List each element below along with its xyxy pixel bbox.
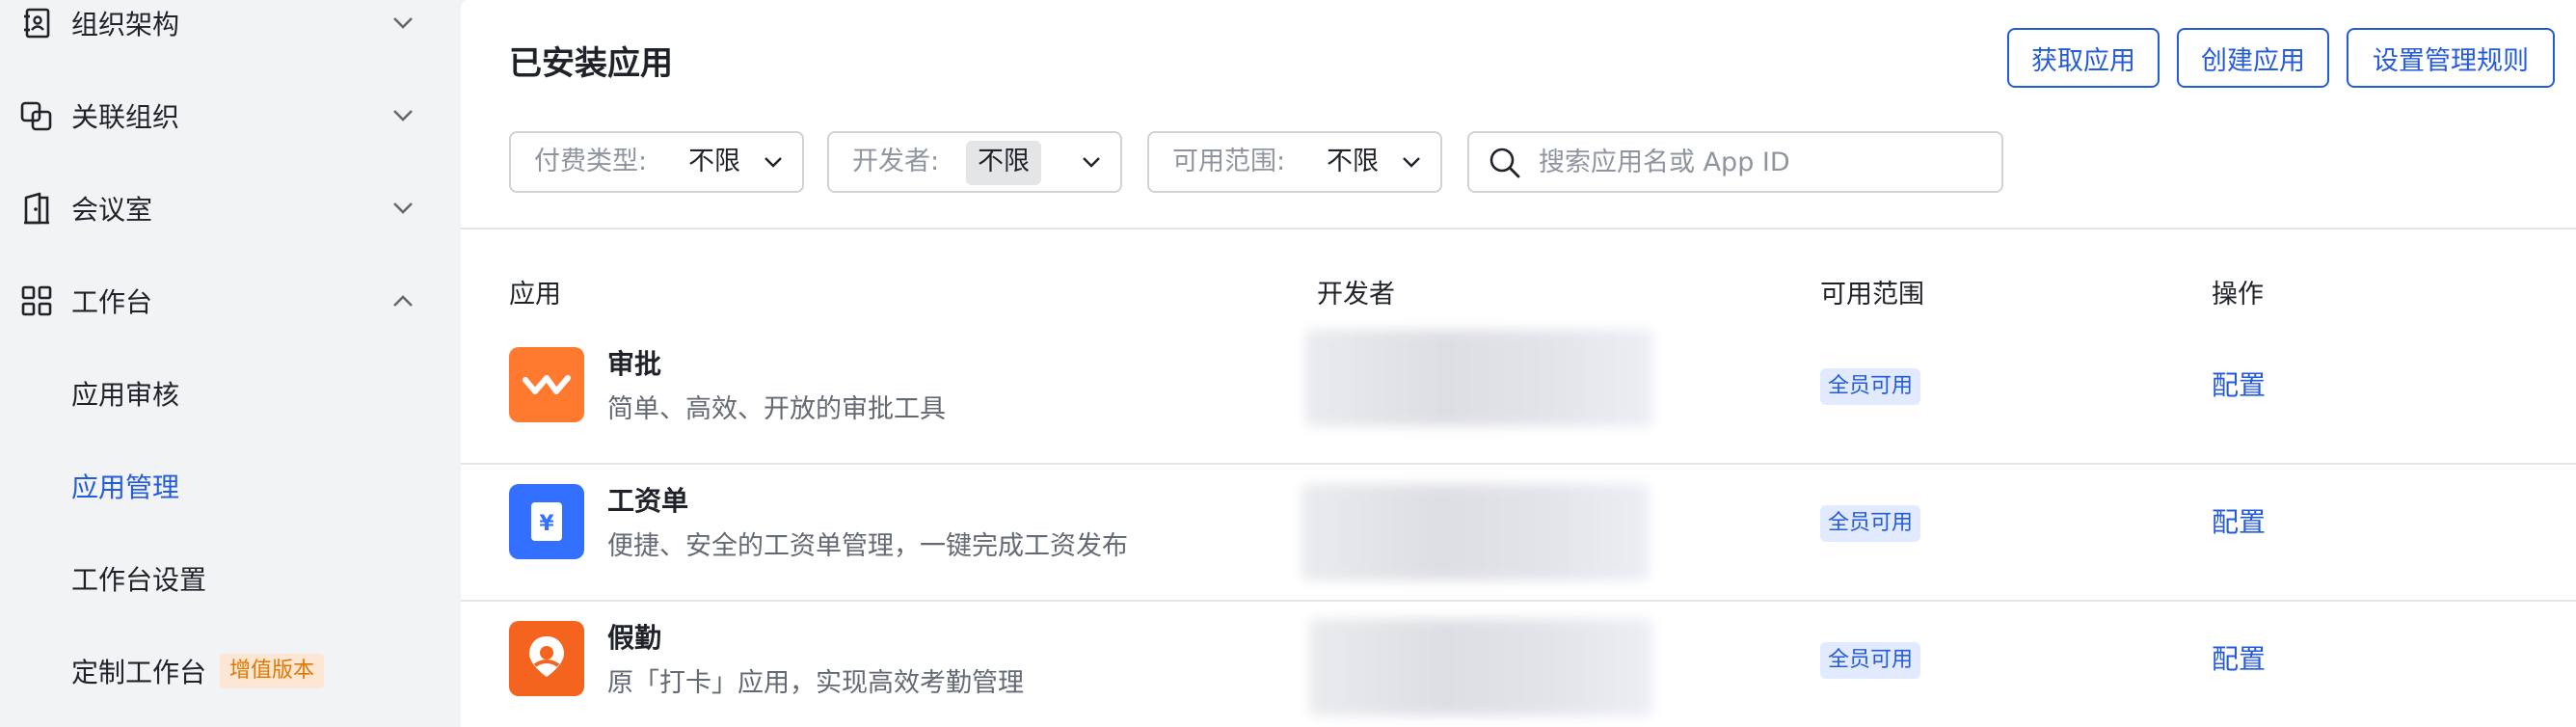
config-link[interactable]: 配置 — [2212, 501, 2266, 540]
sidebar-item-workplace[interactable]: 工作台 — [0, 262, 461, 339]
developer-redacted — [1301, 484, 1649, 580]
sidebar-subitem-label: 应用审核 — [71, 379, 180, 411]
sidebar-item-label: 组织架构 — [71, 9, 180, 40]
developer-redacted — [1309, 619, 1652, 715]
developer-redacted — [1305, 330, 1652, 426]
scope-filter[interactable]: 可用范围: 不限 — [1147, 131, 1442, 193]
app-description: 原「打卡」应用，实现高效考勤管理 — [607, 668, 1024, 698]
app-name: 审批 — [607, 348, 662, 380]
search-icon — [1489, 147, 1521, 179]
payslip-icon: ¥ — [509, 484, 584, 559]
sidebar-subitem-app-management[interactable]: 应用管理 — [0, 447, 461, 525]
sidebar-item-label: 关联组织 — [71, 101, 180, 133]
premium-badge: 增值版本 — [220, 654, 325, 688]
grid-icon — [19, 283, 54, 318]
sidebar-item-meeting-rooms[interactable]: 会议室 — [0, 170, 461, 247]
org-contact-icon — [19, 6, 54, 40]
attendance-icon — [509, 621, 584, 696]
manage-rules-button[interactable]: 设置管理规则 — [2347, 28, 2555, 88]
chevron-down-icon — [386, 98, 420, 133]
app-description: 便捷、安全的工资单管理，一键完成工资发布 — [607, 531, 1128, 561]
chevron-down-icon — [758, 147, 789, 177]
table-row: ¥ 工资单 便捷、安全的工资单管理，一键完成工资发布 全员可用 配置 — [461, 465, 2576, 602]
sidebar-subitem-app-review[interactable]: 应用审核 — [0, 355, 461, 432]
main-panel: 已安装应用 获取应用 创建应用 设置管理规则 付费类型: 不限 开发者: 不限 … — [461, 0, 2576, 727]
get-apps-button[interactable]: 获取应用 — [2007, 28, 2160, 88]
sidebar-subitem-workplace-settings[interactable]: 工作台设置 — [0, 540, 461, 617]
sidebar-subitem-label: 定制工作台 — [71, 657, 207, 688]
filter-value: 不限 — [688, 147, 740, 176]
chevron-up-icon — [386, 283, 420, 318]
table-header-scope: 可用范围 — [1820, 280, 1924, 310]
app-name: 假勤 — [607, 622, 662, 654]
page-title: 已安装应用 — [509, 44, 673, 83]
search-input[interactable] — [1539, 139, 1982, 185]
sidebar-item-label: 工作台 — [71, 286, 153, 318]
filter-label: 付费类型: — [534, 147, 648, 176]
filter-value: 不限 — [1327, 147, 1379, 176]
chevron-down-icon — [386, 6, 420, 40]
config-link[interactable]: 配置 — [2212, 638, 2266, 677]
app-description: 简单、高效、开放的审批工具 — [607, 394, 946, 424]
chevron-down-icon — [1076, 147, 1107, 177]
scope-tag: 全员可用 — [1820, 642, 1921, 679]
developer-filter[interactable]: 开发者: 不限 — [827, 131, 1122, 193]
filter-value: 不限 — [966, 141, 1041, 185]
table-header-developer: 开发者 — [1317, 280, 1395, 310]
filter-label: 可用范围: — [1172, 147, 1286, 176]
table-row: 审批 简单、高效、开放的审批工具 全员可用 配置 — [461, 328, 2576, 465]
filter-label: 开发者: — [852, 147, 940, 176]
config-link[interactable]: 配置 — [2212, 364, 2266, 403]
sidebar-subitem-custom-workplace[interactable]: 定制工作台 增值版本 — [0, 633, 461, 710]
divider — [461, 228, 2576, 229]
chevron-down-icon — [1396, 147, 1427, 177]
search-box[interactable] — [1467, 131, 2003, 193]
payment-type-filter[interactable]: 付费类型: 不限 — [509, 131, 804, 193]
sidebar-item-org-structure[interactable]: 组织架构 — [0, 0, 461, 62]
chevron-down-icon — [386, 191, 420, 226]
table-row: 假勤 原「打卡」应用，实现高效考勤管理 全员可用 配置 — [461, 602, 2576, 727]
create-app-button[interactable]: 创建应用 — [2177, 28, 2329, 88]
svg-text:¥: ¥ — [539, 512, 554, 536]
app-name: 工资单 — [607, 485, 689, 517]
sidebar: 组织架构 关联组织 会议室 工作台 应用审核 应用管理 工作台设置 定制工作台 … — [0, 0, 461, 727]
sidebar-subitem-label: 工作台设置 — [71, 564, 207, 596]
sidebar-item-label: 会议室 — [71, 194, 153, 226]
door-icon — [19, 191, 54, 226]
table-header-action: 操作 — [2212, 280, 2264, 310]
sidebar-item-linked-orgs[interactable]: 关联组织 — [0, 77, 461, 154]
sidebar-subitem-label: 应用管理 — [71, 471, 180, 503]
table-header-app: 应用 — [509, 280, 561, 310]
scope-tag: 全员可用 — [1820, 368, 1921, 405]
link-org-icon — [19, 98, 54, 133]
approval-icon — [509, 347, 584, 422]
scope-tag: 全员可用 — [1820, 505, 1921, 542]
